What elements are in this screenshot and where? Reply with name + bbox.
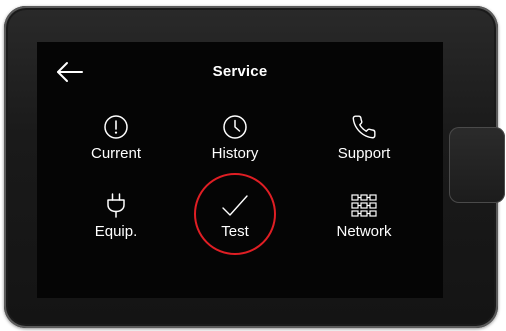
tile-support[interactable]: Support [316,114,412,176]
plug-icon [107,193,125,218]
tile-equip[interactable]: Equip. [68,192,164,254]
exclamation-circle-icon [104,115,128,139]
tile-label: Equip. [94,223,138,240]
tile-label: Network [336,223,392,240]
tile-label: Current [90,145,142,162]
side-button[interactable] [449,127,505,203]
screen: Service Current History Support Equip. T… [37,42,443,298]
tile-history[interactable]: History [187,114,283,176]
highlight-ring [194,173,276,255]
network-grid-icon [351,194,377,217]
tile-label: History [211,145,259,162]
tile-network[interactable]: Network [316,192,412,254]
page-title: Service [212,63,268,80]
tile-current[interactable]: Current [68,114,164,176]
phone-icon [352,115,376,139]
clock-icon [223,115,247,139]
tile-label: Support [337,145,391,162]
